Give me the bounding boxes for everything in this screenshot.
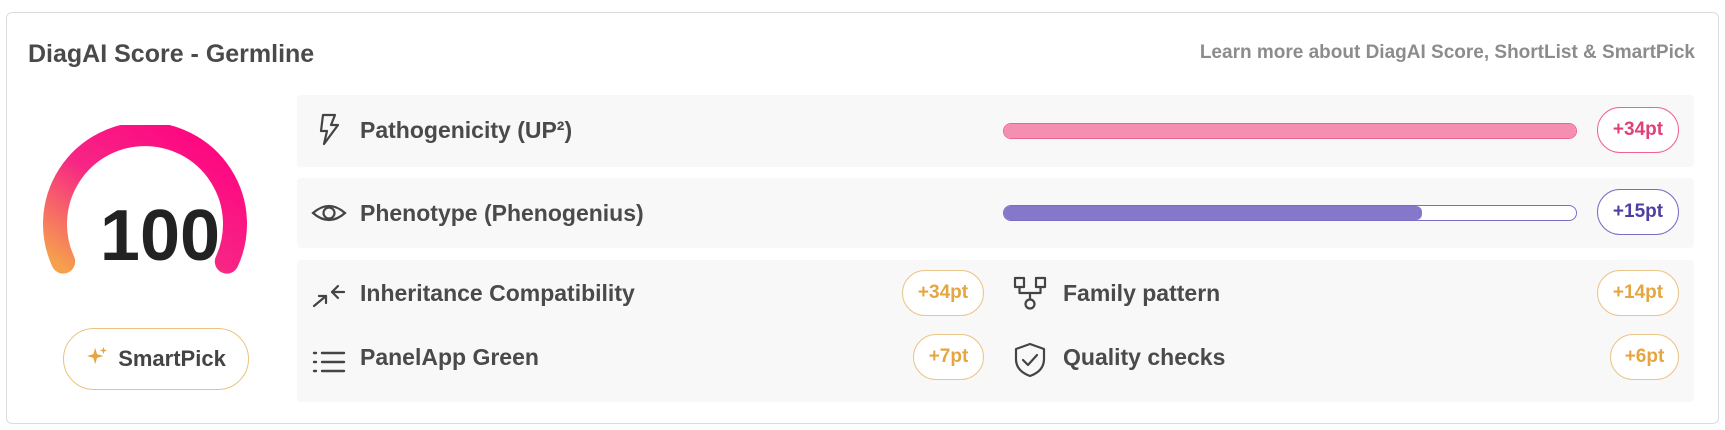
smartpick-button[interactable]: SmartPick (63, 328, 249, 390)
criteria-label-family: Family pattern (1063, 280, 1221, 306)
lightning-icon (311, 111, 347, 147)
shield-check-icon (1012, 342, 1048, 378)
phenotype-points: +15pt (1597, 189, 1679, 235)
phenotype-bar-fill (1004, 206, 1422, 220)
pathogenicity-bar-fill (1004, 124, 1576, 138)
criteria-points-quality: +6pt (1610, 334, 1679, 380)
pathogenicity-bar (1003, 123, 1577, 139)
pathogenicity-row: Pathogenicity (UP²) +34pt (297, 95, 1694, 167)
pathogenicity-label: Pathogenicity (UP²) (360, 117, 573, 143)
arrows-converge-icon (311, 278, 347, 314)
phenotype-label: Phenotype (Phenogenius) (360, 200, 644, 226)
eye-icon (311, 195, 347, 231)
criteria-label-quality: Quality checks (1063, 344, 1226, 370)
smartpick-label: SmartPick (118, 346, 226, 371)
criteria-points-panelapp: +7pt (913, 334, 984, 380)
pathogenicity-points: +34pt (1597, 107, 1679, 153)
learn-more-link[interactable]: Learn more about DiagAI Score, ShortList… (1200, 42, 1695, 64)
criteria-label-inheritance: Inheritance Compatibility (360, 280, 635, 306)
card-title: DiagAI Score - Germline (28, 40, 315, 68)
phenotype-bar (1003, 205, 1577, 221)
score-value: 100 (99, 196, 221, 276)
list-icon (311, 344, 347, 380)
phenotype-row: Phenotype (Phenogenius) +15pt (297, 178, 1694, 248)
sparkle-icon (86, 345, 108, 373)
criteria-points-family: +14pt (1597, 270, 1679, 316)
criteria-points-inheritance: +34pt (902, 270, 984, 316)
criteria-panel: Inheritance Compatibility +34pt Family p… (297, 260, 1694, 402)
criteria-label-panelapp: PanelApp Green (360, 344, 539, 370)
family-tree-icon (1012, 275, 1048, 311)
